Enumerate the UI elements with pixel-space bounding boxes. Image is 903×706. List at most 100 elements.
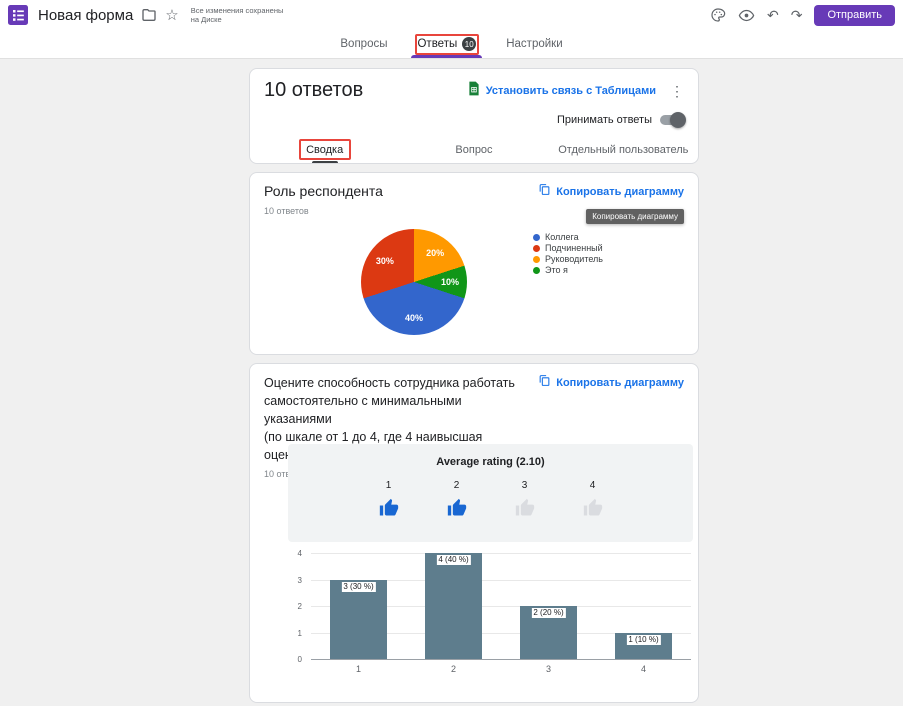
legend-label: Подчиненный	[545, 243, 603, 253]
rating-question-title: Оцените способность сотрудника работать …	[264, 376, 515, 426]
tab-settings-label: Настройки	[506, 38, 563, 50]
bar-4: 1 (10 %)	[615, 632, 672, 659]
send-button[interactable]: Отправить	[814, 4, 895, 26]
copy-chart-tooltip: Копировать диаграмму	[586, 209, 684, 224]
tab-individual-label: Отдельный пользователь	[558, 144, 689, 156]
rating-number: 2	[453, 480, 460, 491]
bar-plot: 3 (30 %) 4 (40 %) 2 (20 %) 1 (10 %)	[311, 553, 691, 660]
tab-questions-label: Вопросы	[340, 38, 388, 50]
save-status: Все изменения сохранены на Диске	[191, 6, 284, 24]
pie-question-title: Роль респондента	[264, 183, 383, 199]
accepting-responses-toggle[interactable]	[660, 112, 686, 128]
tab-settings[interactable]: Настройки	[494, 30, 574, 58]
pie-slice-label: 40%	[404, 313, 424, 323]
bar-value-label: 3 (30 %)	[341, 581, 376, 592]
star-icon[interactable]: ☆	[165, 6, 178, 24]
topbar: Новая форма ☆ Все изменения сохранены на…	[0, 0, 903, 30]
x-tick-label: 3	[545, 664, 551, 674]
y-tick-label: 1	[297, 628, 302, 638]
y-tick-label: 2	[297, 602, 302, 611]
sheets-icon	[468, 81, 480, 101]
average-rating-title: Average rating (2.10)	[436, 456, 545, 468]
legend-item: Руководитель	[533, 255, 603, 264]
x-tick-label: 2	[450, 664, 456, 674]
rating-column-4: 4	[559, 480, 627, 523]
copy-icon	[538, 374, 551, 392]
content-area: 10 ответов Установить связь с Таблицами …	[0, 59, 903, 706]
legend-color-dot	[533, 245, 540, 252]
more-options-icon[interactable]: ⋮	[670, 83, 684, 100]
bar-xaxis: 1 2 3 4	[311, 664, 691, 676]
responses-view-tabs: Сводка Вопрос Отдельный пользователь	[250, 137, 698, 163]
legend-item: Коллега	[533, 233, 603, 242]
theme-palette-icon[interactable]	[710, 7, 726, 23]
link-to-sheets-button[interactable]: Установить связь с Таблицами	[486, 85, 656, 97]
average-rating-panel: Average rating (2.10) 1 2 3 4	[288, 444, 693, 542]
thumb-up-icon	[379, 498, 398, 516]
rating-number: 4	[589, 480, 596, 491]
rating-column-2: 2	[423, 480, 491, 523]
pie-legend: Коллега Подчиненный Руководитель Это я	[533, 233, 603, 275]
bar-1: 3 (30 %)	[330, 579, 387, 659]
toggle-knob	[670, 112, 686, 128]
google-forms-app: Новая форма ☆ Все изменения сохранены на…	[0, 0, 903, 706]
bar-3: 2 (20 %)	[520, 606, 577, 659]
legend-label: Коллега	[545, 232, 579, 242]
copy-chart-button[interactable]: Копировать диаграмму	[538, 183, 684, 201]
pie-chart: 20% 10% 40% 30%	[361, 229, 467, 335]
legend-label: Руководитель	[545, 254, 603, 264]
legend-item: Подчиненный	[533, 244, 603, 253]
legend-color-dot	[533, 256, 540, 263]
tab-summary[interactable]: Сводка	[250, 137, 399, 163]
form-title[interactable]: Новая форма	[38, 7, 133, 24]
legend-color-dot	[533, 267, 540, 274]
pie-slice-label: 10%	[440, 277, 460, 287]
preview-eye-icon[interactable]	[738, 7, 755, 24]
thumb-up-icon	[447, 498, 466, 516]
tab-question[interactable]: Вопрос	[399, 137, 548, 163]
tab-questions[interactable]: Вопросы	[328, 30, 399, 58]
rating-column-1: 1	[355, 480, 423, 523]
rating-number: 1	[385, 480, 392, 491]
legend-label: Это я	[545, 265, 568, 275]
main-tab-bar: Вопросы Ответы 10 Настройки	[0, 30, 903, 59]
bar-value-label: 4 (40 %)	[436, 555, 471, 565]
legend-color-dot	[533, 234, 540, 241]
accepting-responses-label: Принимать ответы	[557, 114, 652, 126]
bar-2: 4 (40 %)	[425, 553, 482, 659]
legend-item: Это я	[533, 266, 603, 275]
rating-number: 3	[521, 480, 528, 491]
move-folder-icon[interactable]	[141, 7, 157, 23]
x-tick-label: 4	[640, 664, 646, 674]
tab-individual[interactable]: Отдельный пользователь	[549, 137, 698, 163]
y-tick-label: 4	[297, 549, 302, 558]
forms-logo-icon[interactable]	[8, 5, 28, 25]
redo-icon[interactable]: ↷	[791, 8, 803, 22]
tab-summary-label: Сводка	[306, 144, 344, 156]
bar-value-label: 1 (10 %)	[626, 634, 661, 645]
tab-question-label: Вопрос	[455, 144, 493, 156]
active-tab-underline	[411, 55, 483, 58]
copy-chart-label: Копировать диаграмму	[556, 186, 684, 198]
copy-chart-button-2[interactable]: Копировать диаграмму	[538, 374, 684, 392]
thumb-up-icon	[583, 498, 602, 516]
pie-question-card: Роль респондента Копировать диаграмму 10…	[249, 172, 699, 355]
responses-count-heading: 10 ответов	[264, 79, 364, 101]
rating-column-3: 3	[491, 480, 559, 523]
copy-icon	[538, 183, 551, 201]
undo-icon[interactable]: ↶	[767, 8, 779, 22]
bar-value-label: 2 (20 %)	[531, 608, 566, 618]
tab-answers[interactable]: Ответы 10	[405, 30, 488, 58]
responses-summary-card: 10 ответов Установить связь с Таблицами …	[249, 68, 699, 164]
bar-yaxis: 4 3 2 1 0	[280, 549, 306, 664]
thumb-scale-row: 1 2 3 4	[288, 480, 693, 523]
x-tick-label: 1	[355, 664, 361, 674]
tab-answers-label: Ответы	[417, 38, 458, 50]
rating-question-card: Оцените способность сотрудника работать …	[249, 363, 699, 703]
summary-tab-underline	[311, 160, 338, 163]
gridline	[311, 553, 691, 554]
save-status-line2: на Диске	[190, 15, 222, 24]
gridline	[311, 659, 691, 660]
y-tick-label: 3	[297, 575, 302, 585]
copy-chart-label-2: Копировать диаграмму	[556, 377, 684, 389]
